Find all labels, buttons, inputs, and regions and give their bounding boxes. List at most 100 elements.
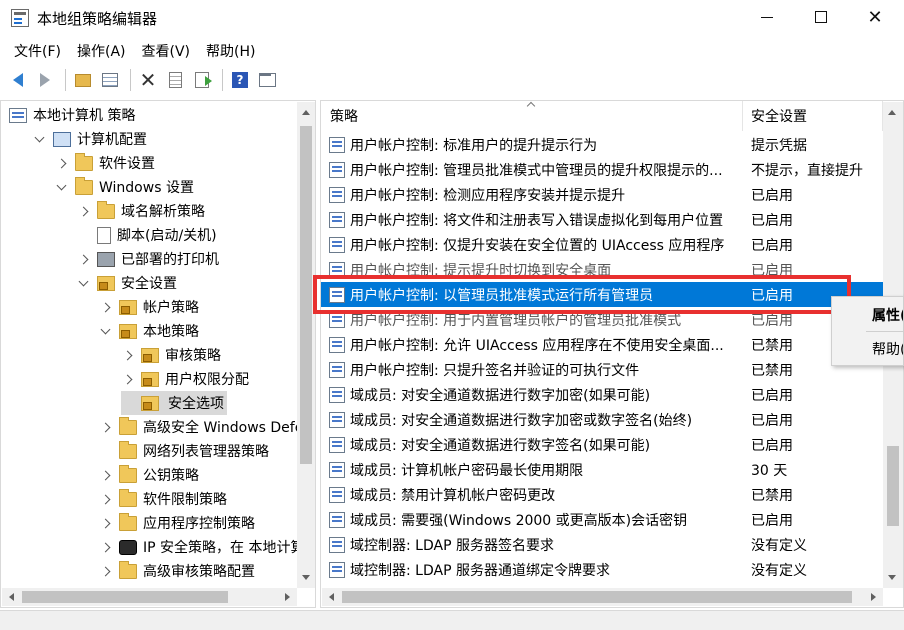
policy-row[interactable]: 用户帐户控制: 只提升签名并验证的可执行文件 已禁用 xyxy=(321,357,883,382)
tree-item[interactable]: 本地策略 xyxy=(99,319,199,343)
folder-icon xyxy=(119,440,137,459)
chevron-right-icon[interactable] xyxy=(99,492,113,506)
policy-name: 用户帐户控制: 只提升签名并验证的可执行文件 xyxy=(350,362,640,379)
chevron-right-icon[interactable] xyxy=(55,156,69,170)
tree-item[interactable]: 安全选项 xyxy=(121,391,227,415)
policy-row[interactable]: 域成员: 对安全通道数据进行数字加密(如果可能) 已启用 xyxy=(321,382,883,407)
properties-button[interactable] xyxy=(163,68,187,92)
chevron-down-icon[interactable] xyxy=(55,180,69,194)
tree-item[interactable]: 网络列表管理器策略 xyxy=(99,439,269,463)
folder-up-icon xyxy=(75,73,91,87)
tree-item[interactable]: 应用程序控制策略 xyxy=(99,511,255,535)
context-menu-properties[interactable]: 属性( xyxy=(872,305,903,325)
scroll-thumb[interactable] xyxy=(342,591,852,603)
tree-horizontal-scrollbar[interactable] xyxy=(2,588,297,606)
chevron-down-icon[interactable] xyxy=(99,324,113,338)
tree-item-label: 高级安全 Windows Defen xyxy=(143,420,313,436)
policy-row[interactable]: 域成员: 需要强(Windows 2000 或更高版本)会话密钥 已启用 xyxy=(321,507,883,532)
chevron-right-icon[interactable] xyxy=(77,252,91,266)
policy-list[interactable]: 策略 安全设置 用户帐户控制: 标准用户的提升提示行为 提示凭据 用户帐户控制: 管… xyxy=(320,100,904,608)
chevron-right-icon[interactable] xyxy=(99,516,113,530)
tree-item[interactable]: 帐户策略 xyxy=(99,295,199,319)
policy-row[interactable]: 域成员: 禁用计算机帐户密码更改 已禁用 xyxy=(321,482,883,507)
chevron-down-icon[interactable] xyxy=(77,276,91,290)
policy-setting-value: 提示凭据 xyxy=(751,137,807,154)
toolbar-separator xyxy=(130,69,131,91)
tree-item[interactable]: 已部署的打印机 xyxy=(77,247,219,271)
context-menu-help[interactable]: 帮助( xyxy=(872,339,903,359)
show-hide-tree-button[interactable] xyxy=(98,68,122,92)
chevron-right-icon[interactable] xyxy=(77,204,91,218)
tree-vertical-scrollbar[interactable] xyxy=(297,102,315,588)
scroll-right-icon[interactable] xyxy=(871,593,876,601)
folder-icon xyxy=(119,488,137,507)
back-button[interactable] xyxy=(6,68,30,92)
column-header-policy[interactable]: 策略 xyxy=(321,101,743,131)
tree-item[interactable]: 脚本(启动/关机) xyxy=(77,223,217,247)
show-hide-action-pane-button[interactable] xyxy=(255,68,279,92)
tree-item[interactable]: 安全设置 xyxy=(77,271,177,295)
scroll-up-icon[interactable] xyxy=(888,110,896,115)
chevron-right-icon[interactable] xyxy=(121,348,135,362)
scroll-down-icon[interactable] xyxy=(302,575,310,580)
policy-name: 域控制器: LDAP 服务器通道绑定令牌要求 xyxy=(350,562,610,579)
export-list-button[interactable] xyxy=(190,68,214,92)
chevron-right-icon[interactable] xyxy=(99,468,113,482)
tree-item-label: 软件限制策略 xyxy=(143,492,227,508)
policy-row[interactable]: 用户帐户控制: 检测应用程序安装并提示提升 已启用 xyxy=(321,182,883,207)
forward-button[interactable] xyxy=(33,68,57,92)
column-header-setting[interactable]: 安全设置 xyxy=(743,101,883,131)
menu-file[interactable]: 文件(F) xyxy=(8,38,67,62)
maximize-button[interactable] xyxy=(798,0,844,34)
scroll-left-icon[interactable] xyxy=(329,593,334,601)
chevron-right-icon[interactable] xyxy=(99,420,113,434)
console-tree[interactable]: 本地计算机 策略 计算机配置 软件设置 Windows 设置 域名解析策略 脚本(启动/关… xyxy=(0,100,316,608)
menu-help[interactable]: 帮助(H) xyxy=(200,38,261,62)
scroll-thumb[interactable] xyxy=(22,591,228,603)
policy-row[interactable]: 用户帐户控制: 标准用户的提升提示行为 提示凭据 xyxy=(321,132,883,157)
chevron-down-icon[interactable] xyxy=(33,132,47,146)
tree-item[interactable]: 软件限制策略 xyxy=(99,487,227,511)
scroll-up-icon[interactable] xyxy=(302,110,310,115)
policy-row[interactable]: 域控制器: LDAP 服务器签名要求 没有定义 xyxy=(321,532,883,557)
chevron-right-icon[interactable] xyxy=(99,564,113,578)
tree-item[interactable]: 高级审核策略配置 xyxy=(99,559,255,583)
list-horizontal-scrollbar[interactable] xyxy=(322,588,883,606)
menu-action[interactable]: 操作(A) xyxy=(71,38,132,62)
chevron-right-icon[interactable] xyxy=(99,300,113,314)
up-folder-button[interactable] xyxy=(71,68,95,92)
policy-row[interactable]: 域控制器: LDAP 服务器通道绑定令牌要求 没有定义 xyxy=(321,557,883,582)
tree-item[interactable]: 域名解析策略 xyxy=(77,199,205,223)
tree-item[interactable]: IP 安全策略，在 本地计算 xyxy=(99,535,304,559)
delete-button[interactable]: ✕ xyxy=(136,68,160,92)
policy-row[interactable]: 域成员: 对安全通道数据进行数字加密或数字签名(始终) 已启用 xyxy=(321,407,883,432)
tree-item[interactable]: 公钥策略 xyxy=(99,463,199,487)
close-button[interactable]: ✕ xyxy=(852,0,898,34)
tree-item[interactable]: 用户权限分配 xyxy=(121,367,249,391)
policy-row[interactable]: 用户帐户控制: 管理员批准模式中管理员的提升权限提示的... 不提示，直接提升 xyxy=(321,157,883,182)
minimize-button[interactable] xyxy=(744,0,790,34)
title-bar[interactable]: 本地组策略编辑器 ✕ xyxy=(0,0,904,36)
scroll-left-icon[interactable] xyxy=(9,593,14,601)
policy-row[interactable]: 域成员: 计算机帐户密码最长使用期限 30 天 xyxy=(321,457,883,482)
chevron-right-icon[interactable] xyxy=(121,372,135,386)
tree-item[interactable]: Windows 设置 xyxy=(55,175,194,199)
scroll-thumb[interactable] xyxy=(887,446,899,526)
policy-row[interactable]: 域成员: 对安全通道数据进行数字签名(如果可能) 已启用 xyxy=(321,432,883,457)
tree-item[interactable]: 计算机配置 xyxy=(33,127,147,151)
scroll-right-icon[interactable] xyxy=(285,593,290,601)
policy-setting-value: 不提示，直接提升 xyxy=(751,162,863,179)
scroll-down-icon[interactable] xyxy=(888,575,896,580)
policy-row[interactable]: 用户帐户控制: 仅提升安装在安全位置的 UIAccess 应用程序 已启用 xyxy=(321,232,883,257)
policy-row[interactable]: 用户帐户控制: 将文件和注册表写入错误虚拟化到每用户位置 已启用 xyxy=(321,207,883,232)
column-header-policy-label: 策略 xyxy=(330,109,358,125)
policy-row[interactable]: 用户帐户控制: 允许 UIAccess 应用程序在不使用安全桌面... 已禁用 xyxy=(321,332,883,357)
tree-item[interactable]: 审核策略 xyxy=(121,343,221,367)
tree-item[interactable]: 本地计算机 策略 xyxy=(9,103,135,127)
menu-view[interactable]: 查看(V) xyxy=(136,38,197,62)
chevron-right-icon[interactable] xyxy=(99,540,113,554)
help-button[interactable]: ? xyxy=(228,68,252,92)
tree-item[interactable]: 高级安全 Windows Defen xyxy=(99,415,312,439)
tree-item[interactable]: 软件设置 xyxy=(55,151,155,175)
scroll-thumb[interactable] xyxy=(300,126,312,464)
